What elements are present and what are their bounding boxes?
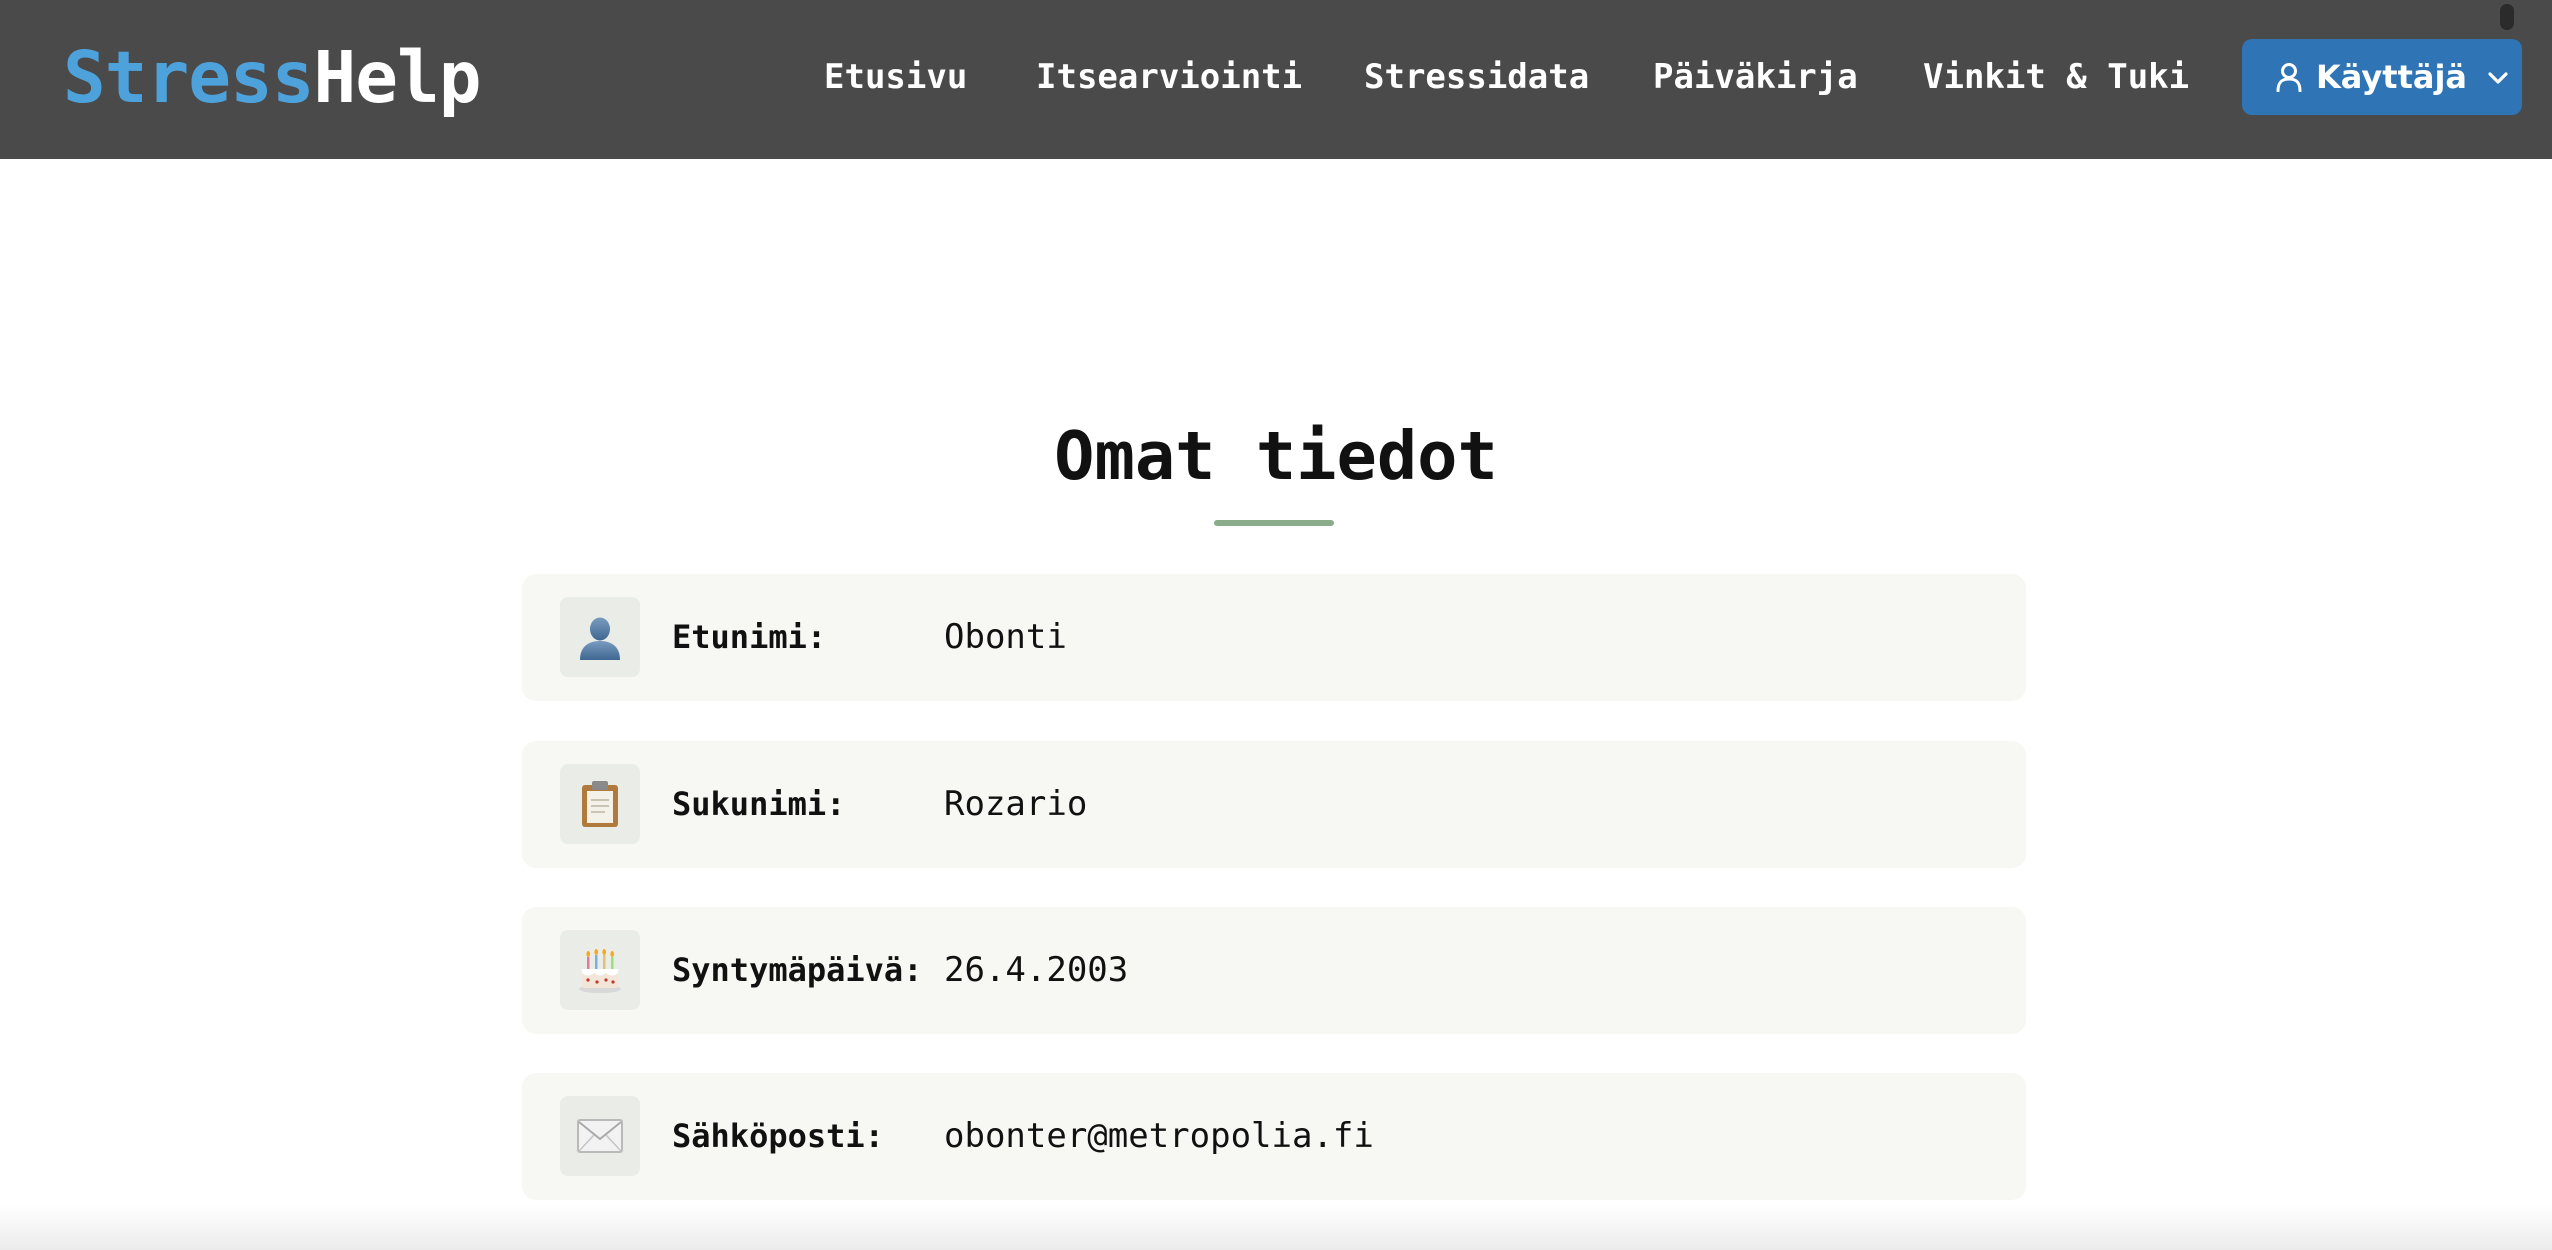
- email-value: obonter@metropolia.fi: [944, 1116, 1374, 1156]
- info-row-birthday: Syntymäpäivä: 26.4.2003: [522, 907, 2026, 1034]
- last-name-value: Rozario: [944, 784, 1088, 824]
- envelope-icon: [560, 1096, 640, 1176]
- info-row-first-name: Etunimi: Obonti: [522, 574, 2026, 701]
- chevron-down-icon: [2487, 70, 2509, 84]
- bottom-scroll-shadow: [0, 1205, 2552, 1250]
- scrollbar-thumb[interactable]: [2500, 4, 2514, 30]
- last-name-label: Sukunimi:: [672, 785, 846, 823]
- nav-link-itsearviointi[interactable]: Itsearviointi: [1036, 52, 1302, 102]
- birthday-label: Syntymäpäivä:: [672, 951, 923, 989]
- birthday-cake-icon: [560, 930, 640, 1010]
- info-row-email: Sähköposti: obonter@metropolia.fi: [522, 1073, 2026, 1200]
- title-underline: [1214, 520, 1334, 526]
- nav-link-paivakirja[interactable]: Päiväkirja: [1653, 52, 1858, 102]
- nav-link-vinkit-tuki[interactable]: Vinkit & Tuki: [1923, 52, 2189, 102]
- birthday-value: 26.4.2003: [944, 950, 1129, 990]
- user-icon: [2276, 62, 2302, 93]
- clipboard-icon: [560, 764, 640, 844]
- user-menu-label: Käyttäjä: [2316, 58, 2468, 96]
- first-name-label: Etunimi:: [672, 618, 827, 656]
- nav-link-stressidata[interactable]: Stressidata: [1364, 52, 1589, 102]
- top-navbar: StressHelp Etusivu Itsearviointi Stressi…: [0, 0, 2552, 159]
- info-row-last-name: Sukunimi: Rozario: [522, 741, 2026, 868]
- email-label: Sähköposti:: [672, 1117, 884, 1155]
- person-silhouette-icon: [560, 597, 640, 677]
- first-name-value: Obonti: [944, 617, 1067, 657]
- page-title: Omat tiedot: [1054, 417, 1498, 495]
- main-nav: Etusivu Itsearviointi Stressidata Päiväk…: [0, 52, 2552, 102]
- nav-link-etusivu[interactable]: Etusivu: [824, 52, 967, 102]
- user-menu-button[interactable]: Käyttäjä: [2242, 39, 2522, 115]
